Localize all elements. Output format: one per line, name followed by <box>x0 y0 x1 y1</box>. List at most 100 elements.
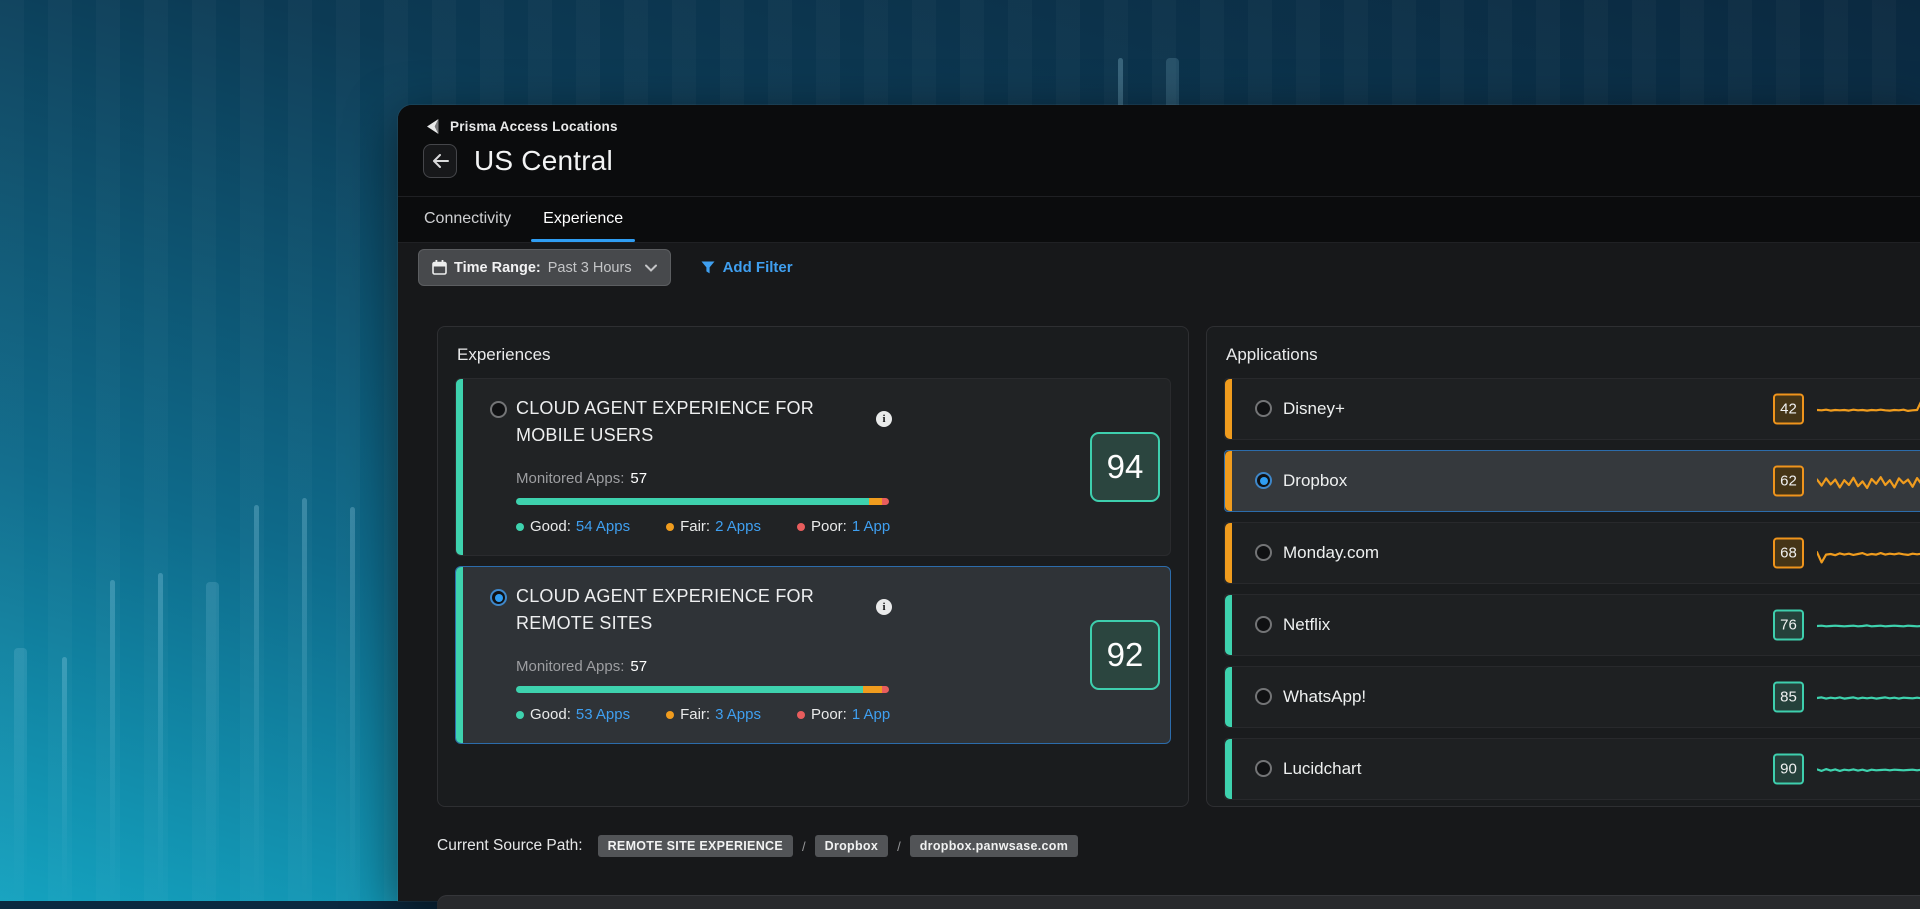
filter-row: Time Range: Past 3 Hours Add Filter <box>418 249 793 286</box>
source-path-label: Current Source Path: <box>437 837 583 855</box>
app-window: Prisma Access Locations US Central Conne… <box>398 105 1920 901</box>
legend-fair-label: Fair: <box>680 706 710 723</box>
application-row[interactable]: Monday.com 68 <box>1224 522 1920 584</box>
application-score-badge: 90 <box>1773 754 1804 785</box>
monitored-apps-value: 57 <box>630 658 647 675</box>
arrow-left-icon <box>432 154 449 168</box>
legend-fair-value[interactable]: 2 Apps <box>715 518 761 535</box>
background-trace-line <box>62 657 67 901</box>
application-score-badge: 68 <box>1773 538 1804 569</box>
good-dot <box>516 711 524 719</box>
experience-title: CLOUD AGENT EXPERIENCE FOR MOBILE USERS <box>516 395 854 449</box>
application-row[interactable]: Netflix76 <box>1224 594 1920 656</box>
health-legend: Good:53 AppsFair:3 AppsPoor:1 App <box>516 706 890 723</box>
app-title: Prisma Access Locations <box>450 119 618 134</box>
source-path-segment[interactable]: REMOTE SITE EXPERIENCE <box>598 835 793 857</box>
row-status-stripe <box>1225 379 1232 439</box>
experiences-panel: Experiences CLOUD AGENT EXPERIENCE FOR M… <box>437 326 1189 807</box>
application-name: Lucidchart <box>1283 739 1361 799</box>
score-sparkline <box>1817 463 1920 499</box>
legend-good-value[interactable]: 53 Apps <box>576 706 630 723</box>
path-separator: / <box>802 839 806 854</box>
legend-poor: Poor: 1 App <box>797 518 890 535</box>
tab-experience[interactable]: Experience <box>527 197 639 242</box>
health-legend: Good:54 AppsFair:2 AppsPoor:1 App <box>516 518 890 535</box>
application-row[interactable]: Disney+ 42 <box>1224 378 1920 440</box>
poor-segment <box>882 686 889 693</box>
radio-button[interactable] <box>490 589 507 606</box>
time-range-label: Time Range: <box>454 260 541 276</box>
legend-poor-value[interactable]: 1 App <box>852 706 890 723</box>
legend-fair-label: Fair: <box>680 518 710 535</box>
source-path-segment[interactable]: Dropbox <box>815 835 889 857</box>
experiences-panel-title: Experiences <box>457 345 1171 365</box>
radio-button[interactable] <box>1255 616 1272 633</box>
row-status-stripe <box>1225 739 1232 799</box>
info-icon[interactable]: i <box>876 599 892 615</box>
source-path-segment[interactable]: dropbox.panwsase.com <box>910 835 1078 857</box>
radio-button[interactable] <box>1255 472 1272 489</box>
legend-poor-value[interactable]: 1 App <box>852 518 890 535</box>
monitored-apps-label: Monitored Apps: <box>516 658 624 675</box>
experience-card[interactable]: CLOUD AGENT EXPERIENCE FOR REMOTE SITESi… <box>455 566 1171 744</box>
fair-dot <box>666 711 674 719</box>
experience-card[interactable]: CLOUD AGENT EXPERIENCE FOR MOBILE USERS i… <box>455 378 1171 556</box>
application-row[interactable]: Lucidchart 90 <box>1224 738 1920 800</box>
score-sparkline <box>1817 751 1920 787</box>
background-trace-line <box>158 573 163 901</box>
background-trace-line <box>350 507 355 901</box>
row-status-stripe <box>1225 451 1232 511</box>
radio-button[interactable] <box>1255 688 1272 705</box>
background-trace-line <box>110 580 115 901</box>
row-status-stripe <box>1225 667 1232 727</box>
application-row[interactable]: Dropbox62 <box>1224 450 1920 512</box>
experience-score-badge: 94 <box>1090 432 1160 502</box>
background-trace-line <box>302 498 307 901</box>
radio-dot <box>1260 477 1268 485</box>
fair-segment <box>863 686 883 693</box>
tab-bar: Connectivity Experience <box>398 197 1920 243</box>
info-icon[interactable]: i <box>876 411 892 427</box>
radio-button[interactable] <box>1255 400 1272 417</box>
legend-fair: Fair: 2 Apps <box>666 518 761 535</box>
radio-button[interactable] <box>1255 760 1272 777</box>
score-sparkline <box>1817 535 1920 571</box>
good-dot <box>516 523 524 531</box>
application-name: Disney+ <box>1283 379 1345 439</box>
bottom-panel-edge <box>437 895 1920 909</box>
back-button[interactable] <box>423 144 457 178</box>
app-health-bar <box>516 686 889 693</box>
legend-fair-value[interactable]: 3 Apps <box>715 706 761 723</box>
window-header: Prisma Access Locations US Central <box>398 105 1920 197</box>
app-health-bar <box>516 498 889 505</box>
good-segment <box>516 686 863 693</box>
monitored-apps: Monitored Apps: 57 <box>516 658 647 675</box>
content-area: Time Range: Past 3 Hours Add Filter Expe… <box>398 243 1920 901</box>
good-segment <box>516 498 869 505</box>
row-status-stripe <box>1225 523 1232 583</box>
application-name: Monday.com <box>1283 523 1379 583</box>
application-score-badge: 76 <box>1773 610 1804 641</box>
add-filter-button[interactable]: Add Filter <box>701 259 793 276</box>
legend-poor-label: Poor: <box>811 518 847 535</box>
time-range-filter[interactable]: Time Range: Past 3 Hours <box>418 249 671 286</box>
card-status-stripe <box>456 379 463 555</box>
poor-dot <box>797 711 805 719</box>
radio-button[interactable] <box>490 401 507 418</box>
add-filter-label: Add Filter <box>723 259 793 276</box>
application-score-badge: 42 <box>1773 394 1804 425</box>
legend-good-value[interactable]: 54 Apps <box>576 518 630 535</box>
time-range-value: Past 3 Hours <box>548 260 632 276</box>
background-trace-line <box>254 505 259 901</box>
tab-connectivity[interactable]: Connectivity <box>408 197 527 242</box>
poor-segment <box>882 498 889 505</box>
score-sparkline <box>1817 679 1920 715</box>
applications-panel-title: Applications <box>1226 345 1920 365</box>
chevron-down-icon <box>645 264 657 272</box>
application-row[interactable]: WhatsApp!85 <box>1224 666 1920 728</box>
path-separator: / <box>897 839 901 854</box>
legend-poor: Poor:1 App <box>797 706 890 723</box>
legend-fair: Fair: 3 Apps <box>666 706 761 723</box>
monitored-apps-label: Monitored Apps: <box>516 470 624 487</box>
radio-button[interactable] <box>1255 544 1272 561</box>
